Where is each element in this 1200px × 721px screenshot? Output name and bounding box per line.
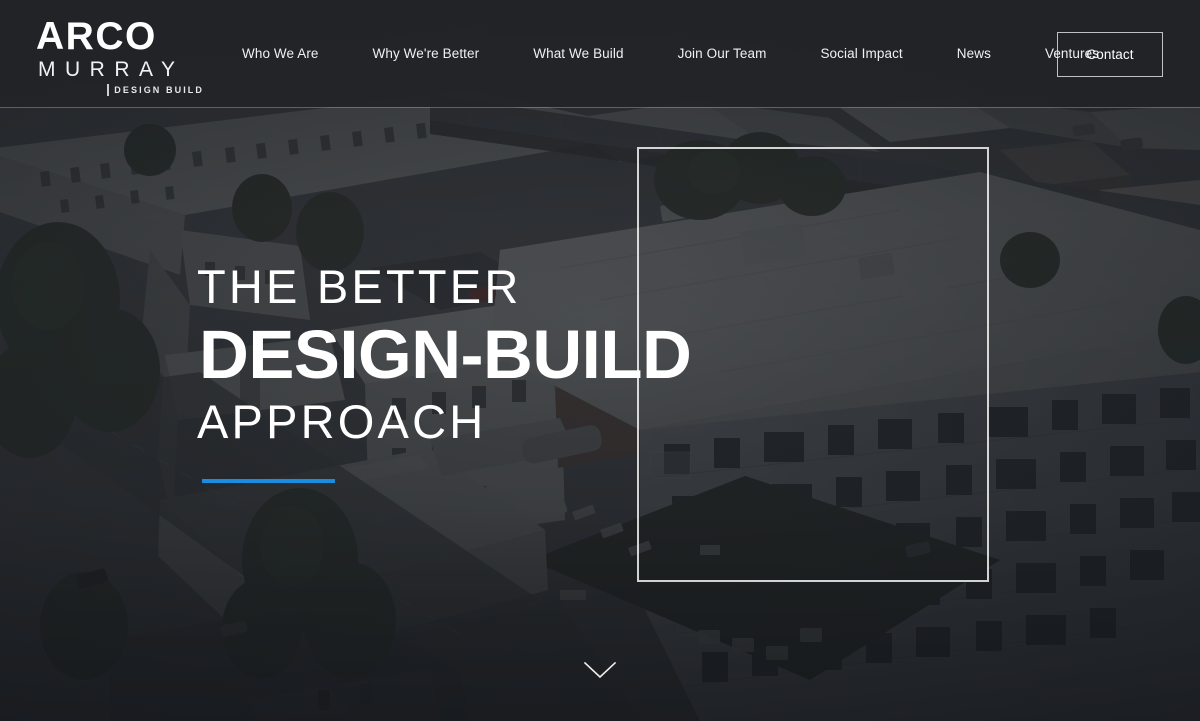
hero-headline-line-3: APPROACH	[197, 395, 487, 448]
logo-tagline-row: DESIGN BUILD	[36, 84, 208, 96]
scroll-down-button[interactable]	[583, 659, 617, 681]
main-navigation: Who We Are Why We're Better What We Buil…	[232, 0, 1126, 107]
site-header: ARCO MURRAY DESIGN BUILD Who We Are Why …	[0, 0, 1200, 107]
hero-headline-block: THE BETTER DESIGN-BUILD APPROACH	[197, 260, 692, 483]
nav-item-why-were-better[interactable]: Why We're Better	[346, 0, 507, 107]
hero-accent-rule	[202, 479, 335, 483]
nav-item-social-impact[interactable]: Social Impact	[793, 0, 929, 107]
chevron-down-icon	[583, 661, 617, 679]
brand-logo[interactable]: ARCO MURRAY DESIGN BUILD	[36, 17, 208, 96]
nav-item-who-we-are[interactable]: Who We Are	[232, 0, 346, 107]
nav-item-news[interactable]: News	[930, 0, 1018, 107]
logo-murray-text: MURRAY	[38, 58, 185, 81]
contact-button[interactable]: Contact	[1057, 32, 1163, 77]
logo-tagline-text: DESIGN BUILD	[114, 84, 204, 95]
logo-divider-bar	[107, 84, 110, 96]
logo-arco-text: ARCO	[36, 15, 157, 58]
hero-headline-line-2: DESIGN-BUILD	[199, 316, 692, 393]
hero-headline-line-1: THE BETTER	[197, 260, 522, 313]
hero-page: ARCO MURRAY DESIGN BUILD Who We Are Why …	[0, 0, 1200, 721]
header-divider	[0, 107, 1200, 108]
nav-item-join-our-team[interactable]: Join Our Team	[651, 0, 794, 107]
nav-item-what-we-build[interactable]: What We Build	[506, 0, 650, 107]
